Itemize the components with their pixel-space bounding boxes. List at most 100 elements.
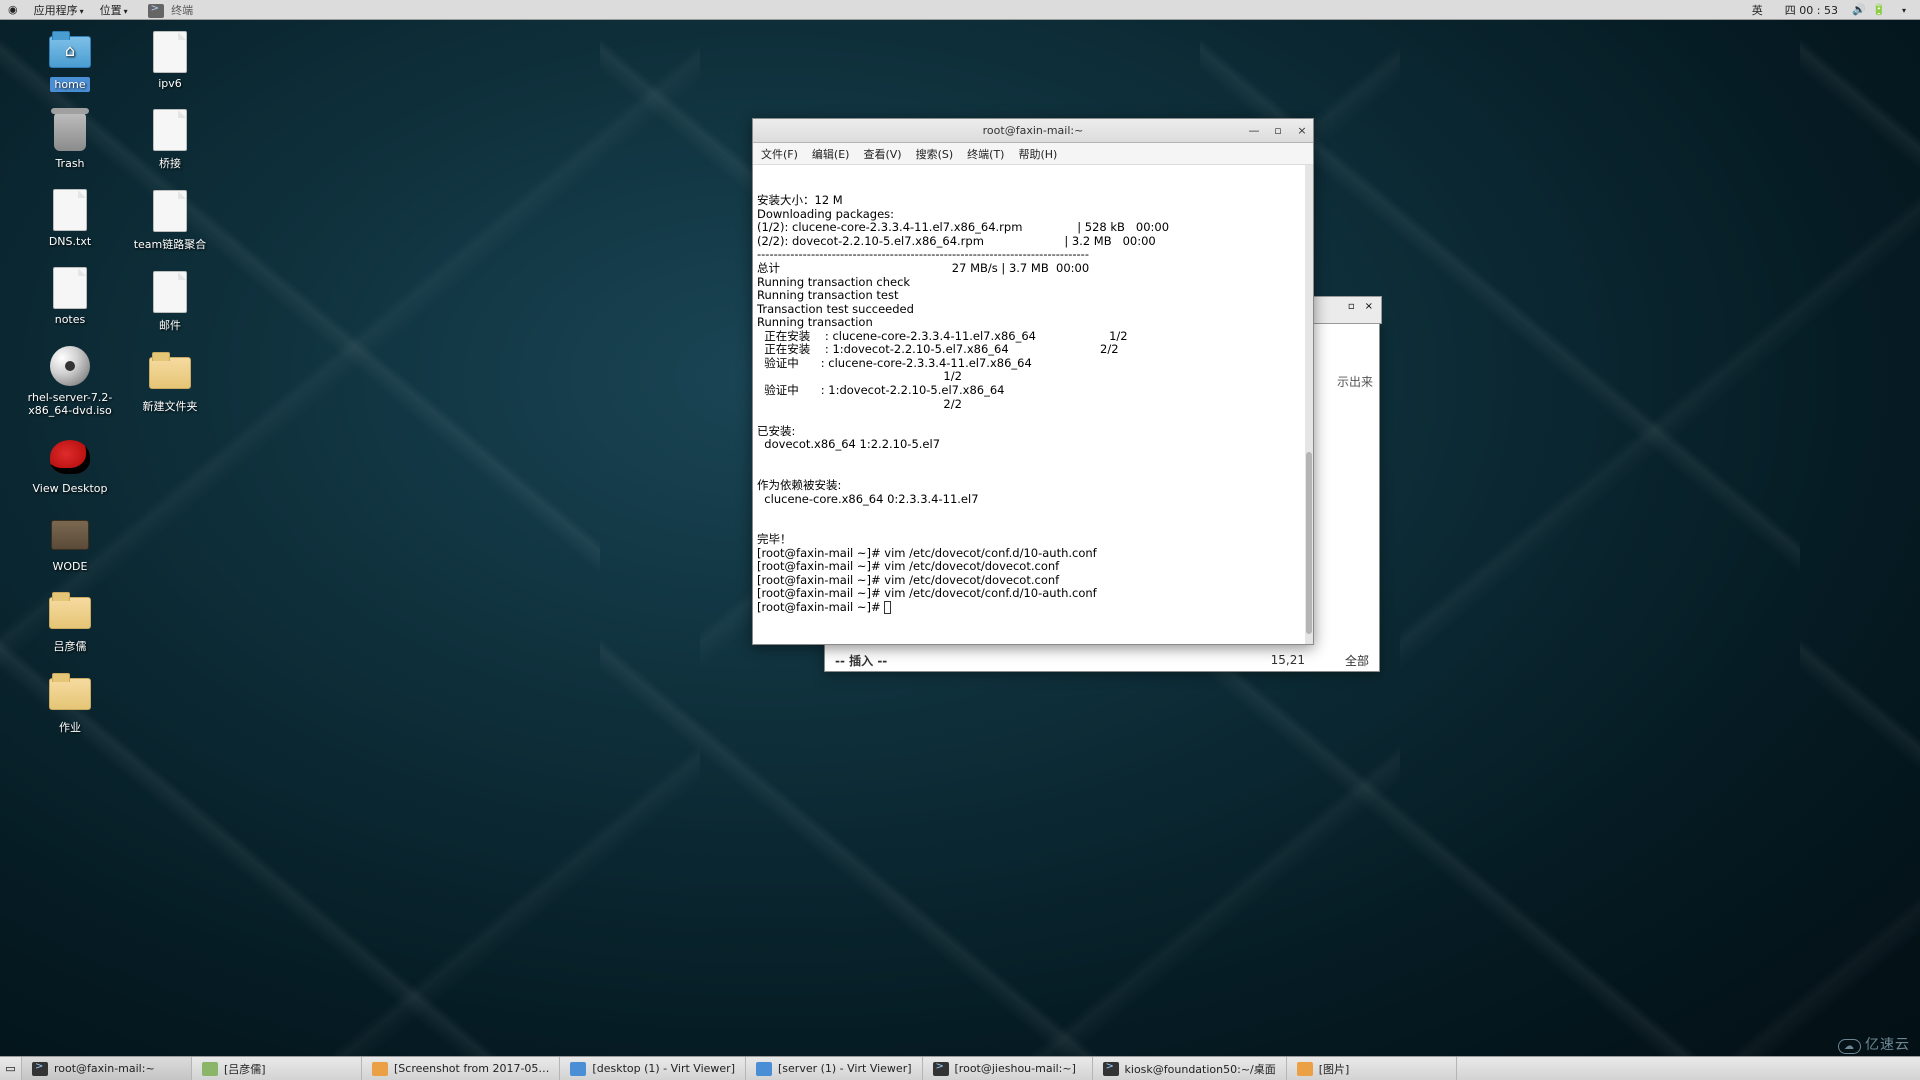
terminal-window[interactable]: root@faxin-mail:~ — ▫ × 文件(F) 编辑(E) 查看(V) 搜… (752, 118, 1314, 645)
minimize-button[interactable]: — (1247, 124, 1261, 137)
taskbar-item[interactable]: [root@jieshou-mail:~] (923, 1057, 1093, 1080)
terminal-menu-编辑(E)[interactable]: 编辑(E) (812, 146, 850, 162)
terminal-menu-文件(F)[interactable]: 文件(F) (761, 146, 798, 162)
taskbar-item[interactable]: [吕彦儒] (192, 1057, 362, 1080)
desktop-icon-DNS.txt[interactable]: DNS.txt (18, 188, 122, 248)
taskbar-item-label: [root@jieshou-mail:~] (955, 1062, 1076, 1075)
ime-indicator[interactable]: 英 (1744, 0, 1771, 20)
close-button[interactable]: × (1295, 124, 1309, 137)
term-icon (1103, 1062, 1119, 1076)
clock[interactable]: 四 00 : 53 (1777, 0, 1846, 20)
running-app-terminal[interactable]: 终端 (140, 0, 202, 20)
desktop-icon-ipv6[interactable]: ipv6 (118, 30, 222, 90)
terminal-title-text: root@faxin-mail:~ (983, 124, 1084, 137)
terminal-icon (148, 4, 164, 18)
desktop-icon-label: 邮件 (118, 317, 222, 333)
taskbar-item[interactable]: kiosk@foundation50:~/桌面 (1093, 1057, 1287, 1080)
editor-visible-text: 示出来 (1337, 373, 1373, 390)
taskbar-item[interactable]: [server (1) - Virt Viewer] (746, 1057, 923, 1080)
terminal-menu-查看(V)[interactable]: 查看(V) (863, 146, 901, 162)
desktop-icon-WODE[interactable]: WODE (18, 513, 122, 573)
desktop-icon-桥接[interactable]: 桥接 (118, 108, 222, 171)
img-icon (372, 1062, 388, 1076)
terminal-menubar: 文件(F) 编辑(E) 查看(V) 搜索(S) 终端(T) 帮助(H) (753, 143, 1313, 165)
places-menu[interactable]: 位置▾ (92, 0, 136, 20)
desktop-icon-label: ipv6 (118, 77, 222, 90)
bg-win-maximize-icon[interactable]: ▫ (1348, 301, 1355, 312)
terminal-scrollbar[interactable] (1305, 165, 1313, 644)
taskbar-item-label: kiosk@foundation50:~/桌面 (1125, 1061, 1276, 1077)
desktop-icon-label: 桥接 (118, 155, 222, 171)
desktop-icon-label: WODE (18, 560, 122, 573)
file-icon (146, 270, 194, 314)
drive-icon (46, 513, 94, 557)
desktop-icon-View-Desktop[interactable]: View Desktop (18, 435, 122, 495)
background-window-titlebar[interactable]: ▫ × (1310, 296, 1382, 324)
terminal-body[interactable]: 安装大小：12 M Downloading packages: (1/2): c… (753, 165, 1313, 644)
maximize-button[interactable]: ▫ (1271, 124, 1285, 137)
terminal-titlebar[interactable]: root@faxin-mail:~ — ▫ × (753, 119, 1313, 143)
desktop-icon-label: 吕彦儒 (18, 638, 122, 654)
taskbar-item-label: [吕彦儒] (224, 1061, 266, 1077)
taskbar-item-label: [server (1) - Virt Viewer] (778, 1062, 912, 1075)
editor-status-bar: -- 插入 -- 15,21 全部 (825, 649, 1379, 671)
desktop-icon-作业[interactable]: 作业 (18, 672, 122, 735)
user-menu[interactable]: ▾ (1892, 1, 1914, 18)
file-icon (146, 189, 194, 233)
disc-icon (46, 344, 94, 388)
img-icon (1297, 1062, 1313, 1076)
desktop-icon-rhel-server-7.2-x86_64-dvd.iso[interactable]: rhel-server-7.2-x86_64-dvd.iso (18, 344, 122, 417)
folder-icon (46, 591, 94, 635)
vm-icon (756, 1062, 772, 1076)
file-icon (46, 266, 94, 310)
show-desktop-button[interactable]: ▭ (0, 1057, 22, 1080)
desktop-icon-home[interactable]: home (18, 30, 122, 92)
desktop-icon-label: home (50, 77, 89, 92)
taskbar-item-label: [Screenshot from 2017-05… (394, 1062, 549, 1075)
editor-mode: -- 插入 -- (835, 652, 887, 669)
desktop-icon-label: rhel-server-7.2-x86_64-dvd.iso (18, 391, 122, 417)
terminal-cursor (884, 601, 891, 614)
terminal-menu-终端(T)[interactable]: 终端(T) (967, 146, 1004, 162)
trash-icon (46, 110, 94, 154)
apps-menu[interactable]: 应用程序▾ (26, 0, 92, 20)
editor-percent: 全部 (1345, 652, 1369, 669)
terminal-menu-帮助(H)[interactable]: 帮助(H) (1018, 146, 1057, 162)
terminal-menu-搜索(S)[interactable]: 搜索(S) (916, 146, 954, 162)
bg-win-close-icon[interactable]: × (1365, 301, 1373, 312)
desktop-icon-label: DNS.txt (18, 235, 122, 248)
folder-icon (146, 351, 194, 395)
vm-icon (570, 1062, 586, 1076)
desktop-icon-邮件[interactable]: 邮件 (118, 270, 222, 333)
taskbar-item[interactable]: [Screenshot from 2017-05… (362, 1057, 560, 1080)
file-icon (146, 30, 194, 74)
taskbar-item-label: root@faxin-mail:~ (54, 1062, 155, 1075)
redhat-icon (46, 435, 94, 479)
desktop-icon-label: 作业 (18, 719, 122, 735)
desktop-icon-label: team链路聚合 (118, 236, 222, 252)
battery-icon[interactable]: 🔋 (1872, 3, 1886, 17)
term-icon (32, 1062, 48, 1076)
desktop-icon-新建文件夹[interactable]: 新建文件夹 (118, 351, 222, 414)
edit-icon (202, 1062, 218, 1076)
desktop-icon-吕彦儒[interactable]: 吕彦儒 (18, 591, 122, 654)
desktop-icon-label: Trash (18, 157, 122, 170)
top-panel: ◉ 应用程序▾ 位置▾ 终端 英 四 00 : 53 🔊 🔋 ▾ (0, 0, 1920, 20)
taskbar-item[interactable]: [图片] (1287, 1057, 1457, 1080)
desktop-icon-Trash[interactable]: Trash (18, 110, 122, 170)
volume-icon[interactable]: 🔊 (1852, 3, 1866, 17)
taskbar-item[interactable]: root@faxin-mail:~ (22, 1057, 192, 1080)
bottom-taskbar: ▭ root@faxin-mail:~ [吕彦儒] [Screenshot from… (0, 1056, 1920, 1080)
desktop-icon-label: notes (18, 313, 122, 326)
editor-cursor-pos: 15,21 (1271, 653, 1305, 667)
desktop-icon-label: View Desktop (18, 482, 122, 495)
taskbar-item-label: [图片] (1319, 1061, 1350, 1077)
desktop-icon-team链路聚合[interactable]: team链路聚合 (118, 189, 222, 252)
file-icon (146, 108, 194, 152)
panel-distro-icon[interactable]: ◉ (0, 1, 26, 18)
file-icon (46, 188, 94, 232)
term-icon (933, 1062, 949, 1076)
taskbar-item[interactable]: [desktop (1) - Virt Viewer] (560, 1057, 746, 1080)
desktop-icon-notes[interactable]: notes (18, 266, 122, 326)
taskbar-item-label: [desktop (1) - Virt Viewer] (592, 1062, 735, 1075)
